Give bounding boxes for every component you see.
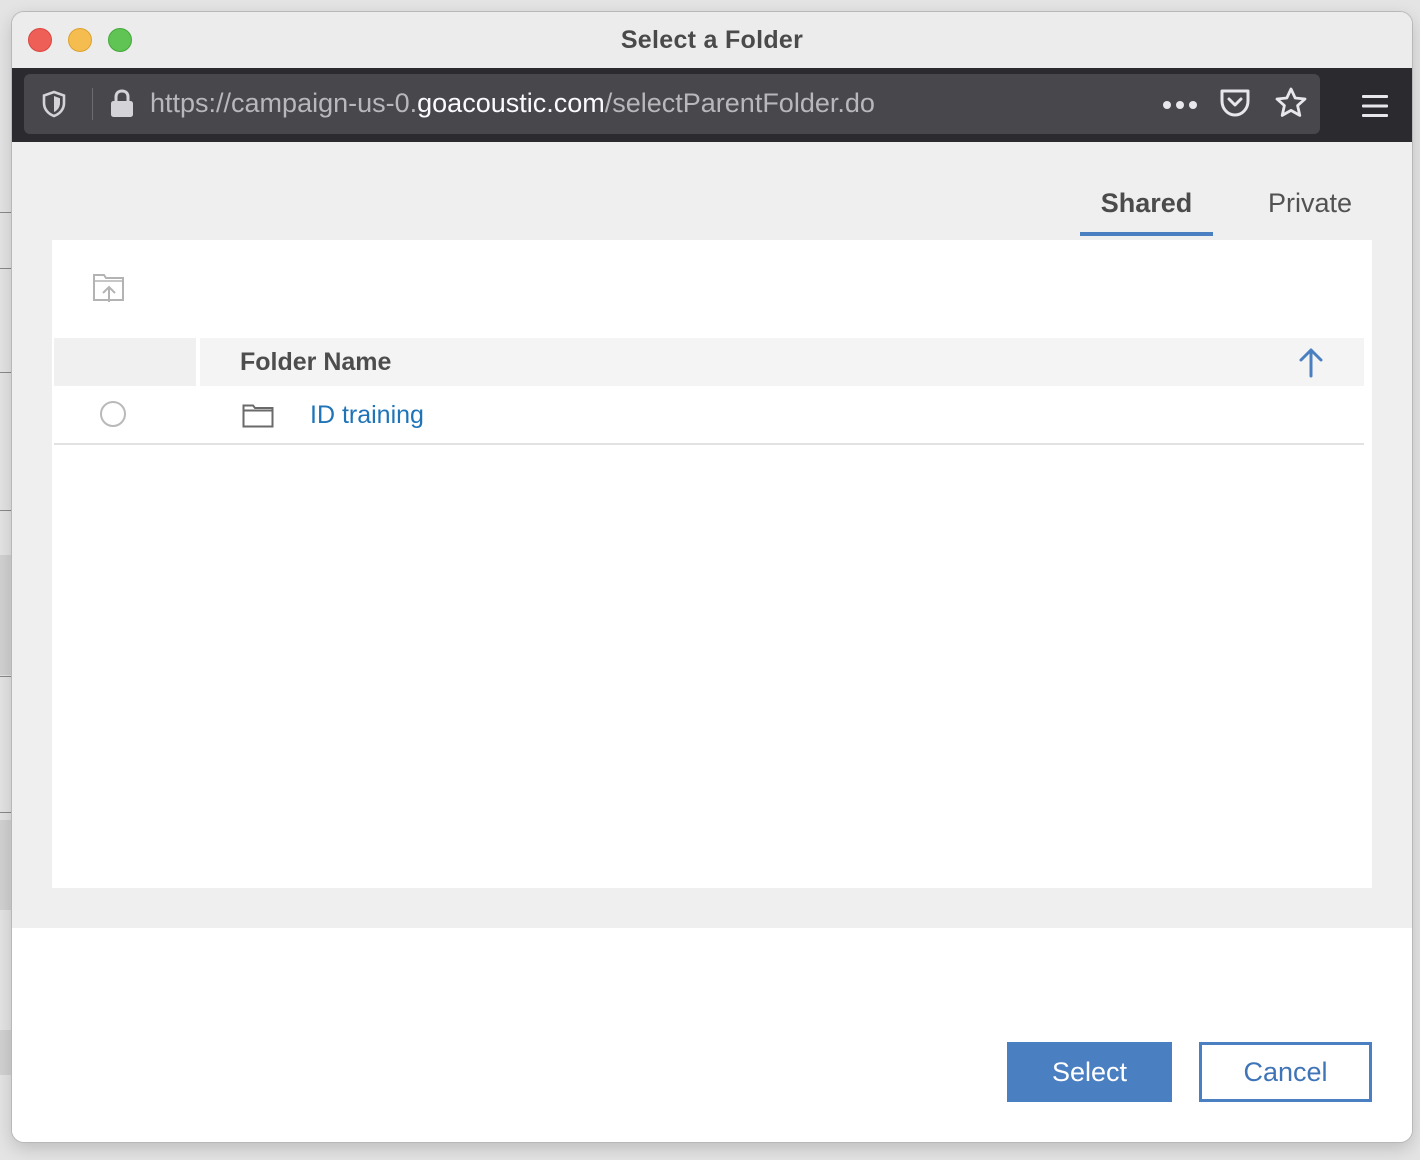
dialog-footer: Select Cancel bbox=[12, 928, 1412, 1142]
window-title: Select a Folder bbox=[620, 26, 804, 54]
url-prefix: https://campaign-us-0. bbox=[150, 88, 418, 118]
title-bar: Select a Folder bbox=[12, 12, 1412, 68]
url-bar[interactable]: https://campaign-us-0.goacoustic.com/sel… bbox=[24, 74, 1320, 134]
select-button[interactable]: Select bbox=[1007, 1042, 1172, 1102]
column-header-label: Folder Name bbox=[240, 348, 392, 376]
parent-folder-icon[interactable] bbox=[92, 272, 126, 311]
folder-icon bbox=[242, 404, 274, 433]
tab-shared[interactable]: Shared bbox=[1080, 188, 1213, 236]
tab-private[interactable]: Private bbox=[1240, 188, 1380, 236]
folder-panel: Folder Name ID training bbox=[52, 240, 1372, 888]
table-row[interactable]: ID training bbox=[54, 388, 1364, 445]
url-path: /selectParentFolder.do bbox=[604, 88, 875, 118]
browser-toolbar: https://campaign-us-0.goacoustic.com/sel… bbox=[12, 68, 1412, 142]
url-text[interactable]: https://campaign-us-0.goacoustic.com/sel… bbox=[150, 88, 875, 119]
lock-icon[interactable] bbox=[108, 87, 136, 124]
select-column-header bbox=[54, 338, 196, 386]
url-separator bbox=[92, 88, 93, 120]
pocket-icon[interactable] bbox=[1218, 87, 1252, 124]
dialog-content: Shared Private Folder Name ID training bbox=[12, 142, 1412, 928]
folder-radio-button[interactable] bbox=[100, 401, 126, 427]
url-domain: goacoustic.com bbox=[417, 88, 605, 118]
bookmark-star-icon[interactable] bbox=[1274, 86, 1308, 125]
shield-icon[interactable] bbox=[40, 89, 68, 124]
folder-name-link[interactable]: ID training bbox=[310, 401, 424, 430]
sort-ascending-icon[interactable] bbox=[1298, 346, 1324, 383]
folder-name-column-header[interactable]: Folder Name bbox=[200, 338, 1364, 386]
more-icon[interactable] bbox=[1162, 98, 1198, 116]
cancel-button[interactable]: Cancel bbox=[1199, 1042, 1372, 1102]
dialog-window: Select a Folder https://campaign-us-0.go… bbox=[12, 12, 1412, 1142]
menu-icon[interactable] bbox=[1362, 94, 1388, 123]
